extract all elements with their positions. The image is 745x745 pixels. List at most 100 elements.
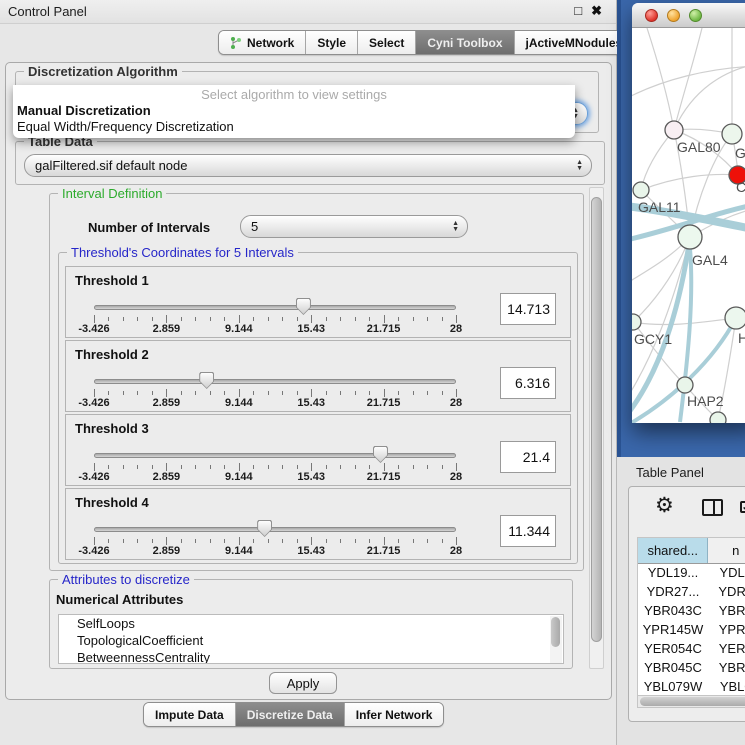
threshold-row: Threshold 3-3.4262.8599.14415.4321.71528… xyxy=(65,414,571,486)
table-cell: YBR045C xyxy=(638,658,708,677)
table-data-combobox[interactable]: galFiltered.sif default node ▲▼ xyxy=(24,154,592,177)
table-data-value: galFiltered.sif default node xyxy=(35,158,187,173)
column-header-name[interactable]: n xyxy=(708,538,745,563)
network-node[interactable] xyxy=(665,121,683,139)
panel-scrollbar[interactable] xyxy=(589,187,604,669)
attribute-item[interactable]: SelfLoops xyxy=(59,615,563,632)
slider-track[interactable] xyxy=(94,305,456,310)
threshold-value-field[interactable]: 11.344 xyxy=(500,515,556,547)
network-node[interactable] xyxy=(710,412,726,423)
tab-jactivemnodules[interactable]: jActiveMNodules xyxy=(515,31,634,54)
dropdown-prompt: Select algorithm to view settings xyxy=(13,85,575,102)
table-cell: YBL079W xyxy=(638,677,708,696)
column-header-shared-name[interactable]: shared... xyxy=(638,538,708,563)
threshold-label: Threshold 3 xyxy=(75,421,149,436)
close-window-icon[interactable] xyxy=(645,9,658,22)
tab-infer-network[interactable]: Infer Network xyxy=(345,703,444,726)
table-cell: YBR0 xyxy=(708,658,745,677)
minimize-window-icon[interactable] xyxy=(667,9,680,22)
table-cell: YDL1 xyxy=(708,563,745,582)
threshold-row: Threshold 4-3.4262.8599.14415.4321.71528… xyxy=(65,488,571,560)
threshold-label: Threshold 2 xyxy=(75,347,149,362)
network-node[interactable] xyxy=(632,314,641,330)
table-row[interactable]: YBR045CYBR0 xyxy=(638,658,745,677)
apply-button[interactable]: Apply xyxy=(269,672,337,694)
tab-label: jActiveMNodules xyxy=(526,36,623,50)
tab-impute-data[interactable]: Impute Data xyxy=(144,703,236,726)
threshold-value-field[interactable]: 14.713 xyxy=(500,293,556,325)
tab-network[interactable]: Network xyxy=(219,31,306,54)
network-graph: GAL80GACGAL11GAL4GCY1HHAP2 xyxy=(632,28,745,423)
slider-track[interactable] xyxy=(94,379,456,384)
slider-track[interactable] xyxy=(94,527,456,532)
checkbox-icon[interactable]: ✓ xyxy=(740,501,745,513)
table-cell: YPR145W xyxy=(638,620,708,639)
tab-select[interactable]: Select xyxy=(358,31,416,54)
stepper-arrows-icon: ▲▼ xyxy=(576,155,583,176)
node-label: GCY1 xyxy=(634,331,672,347)
threshold-value-field[interactable]: 21.4 xyxy=(500,441,556,473)
table-cell: YPR1 xyxy=(708,620,745,639)
node-table[interactable]: shared... n YDL19...YDL1YDR27...YDR2YBR0… xyxy=(637,537,745,701)
table-row[interactable]: YPR145WYPR1 xyxy=(638,620,745,639)
tab-cyni-toolbox[interactable]: Cyni Toolbox xyxy=(416,31,514,54)
attribute-item[interactable]: BetweennessCentrality xyxy=(59,649,563,664)
table-row[interactable]: YDR27...YDR2 xyxy=(638,582,745,601)
slider-scale-labels: -3.4262.8599.14415.4321.71528 xyxy=(94,323,456,335)
attribute-item[interactable]: TopologicalCoefficient xyxy=(59,632,563,649)
node-label: GAL80 xyxy=(677,139,721,155)
threshold-row: Threshold 2-3.4262.8599.14415.4321.71528… xyxy=(65,340,571,412)
slider-ticks xyxy=(94,315,456,323)
table-row[interactable]: YBR043CYBR0 xyxy=(638,601,745,620)
slider-thumb[interactable] xyxy=(373,446,388,463)
dropdown-item-manual-discretization[interactable]: Manual Discretization xyxy=(13,102,575,118)
thresholds-group: Threshold's Coordinates for 5 Intervals … xyxy=(58,252,578,564)
tab-label: Select xyxy=(369,36,404,50)
slider-thumb[interactable] xyxy=(296,298,311,315)
column-browser-icon[interactable] xyxy=(702,499,723,516)
gear-icon[interactable]: ⚙ xyxy=(655,493,674,518)
close-panel-icon[interactable]: ✖ xyxy=(591,3,602,19)
node-label: GAL4 xyxy=(692,252,728,268)
screen: Control Panel □ ✖ Network Style xyxy=(0,0,745,745)
network-node[interactable] xyxy=(633,182,649,198)
table-cell: YBL0 xyxy=(708,677,745,696)
network-view-window: GAL80GACGAL11GAL4GCY1HHAP2 xyxy=(632,3,745,423)
node-label: H xyxy=(738,330,745,346)
interval-definition-group: Interval Definition Number of Intervals … xyxy=(49,193,584,571)
table-row[interactable]: YDL19...YDL1 xyxy=(638,563,745,582)
table-horizontal-scrollbar[interactable] xyxy=(637,695,745,708)
table-cell: YBR0 xyxy=(708,601,745,620)
threshold-value-field[interactable]: 6.316 xyxy=(500,367,556,399)
zoom-window-icon[interactable] xyxy=(689,9,702,22)
network-node[interactable] xyxy=(722,124,742,144)
network-node[interactable] xyxy=(725,307,745,329)
tab-discretize-data[interactable]: Discretize Data xyxy=(236,703,345,726)
dropdown-item-equal-width-frequency[interactable]: Equal Width/Frequency Discretization xyxy=(13,118,575,134)
slider-track[interactable] xyxy=(94,453,456,458)
list-scrollbar[interactable] xyxy=(550,616,562,664)
slider-thumb[interactable] xyxy=(257,520,272,537)
number-of-intervals-combobox[interactable]: 5 ▲▼ xyxy=(240,215,468,238)
threshold-label: Threshold 1 xyxy=(75,273,149,288)
number-of-intervals-value: 5 xyxy=(251,219,258,234)
network-canvas[interactable]: GAL80GACGAL11GAL4GCY1HHAP2 xyxy=(632,28,745,423)
network-node[interactable] xyxy=(677,377,693,393)
group-title: Threshold's Coordinates for 5 Intervals xyxy=(67,245,298,260)
table-cell: YBR043C xyxy=(638,601,708,620)
float-panel-icon[interactable]: □ xyxy=(574,3,582,19)
table-row[interactable]: YER054CYER0 xyxy=(638,639,745,658)
network-window-titlebar xyxy=(632,3,745,28)
network-node[interactable] xyxy=(678,225,702,249)
slider-ticks xyxy=(94,463,456,471)
tab-label: Cyni Toolbox xyxy=(427,36,502,50)
table-panel: Table Panel ⚙ ✓ ✓ shared... n YDL19...YD… xyxy=(617,457,745,745)
tab-style[interactable]: Style xyxy=(306,31,358,54)
numerical-attributes-list[interactable]: SelfLoopsTopologicalCoefficientBetweenne… xyxy=(58,614,564,664)
algorithm-dropdown-popup: Select algorithm to view settings Manual… xyxy=(13,85,575,138)
slider-thumb[interactable] xyxy=(199,372,214,389)
table-row[interactable]: YBL079WYBL0 xyxy=(638,677,745,696)
slider-ticks xyxy=(94,389,456,397)
slider-ticks xyxy=(94,537,456,545)
stepper-arrows-icon: ▲▼ xyxy=(452,216,459,237)
